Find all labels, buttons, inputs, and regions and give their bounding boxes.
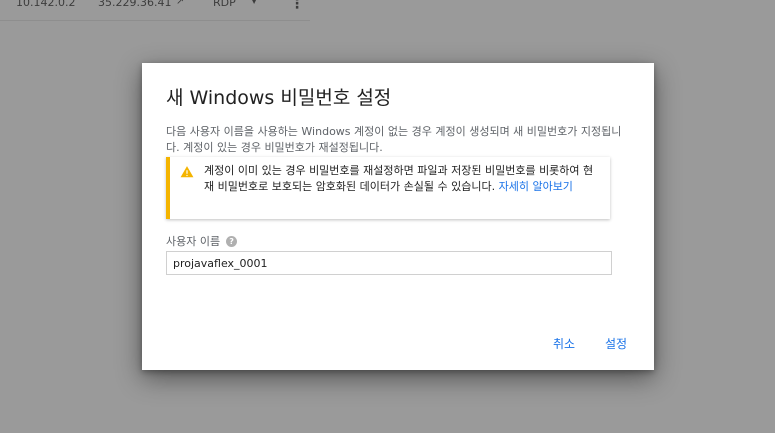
username-label-row: 사용자 이름 ?: [166, 233, 238, 249]
username-input[interactable]: [166, 251, 612, 275]
rdp-button[interactable]: RDP: [213, 0, 236, 9]
dropdown-arrow-icon[interactable]: ▼: [251, 0, 257, 5]
set-password-dialog: 새 Windows 비밀번호 설정 다음 사용자 이름을 사용하는 Window…: [142, 63, 654, 370]
warning-box: 계정이 이미 있는 경우 비밀번호를 재설정하면 파일과 저장된 비밀번호를 비…: [166, 157, 610, 219]
username-label: 사용자 이름: [166, 235, 221, 248]
external-link-icon[interactable]: ↗: [176, 0, 184, 7]
more-vert-icon[interactable]: ⋮: [290, 0, 304, 12]
cancel-button[interactable]: 취소: [553, 335, 575, 352]
external-ip-link[interactable]: 35.229.36.41: [98, 0, 171, 9]
warning-icon: [180, 166, 194, 178]
divider: [0, 20, 310, 21]
instance-row: 10.142.0.2 35.229.36.41 ↗ RDP ▼ ⋮: [0, 0, 310, 20]
learn-more-link[interactable]: 자세히 알아보기: [499, 180, 573, 193]
warning-text-block: 계정이 이미 있는 경우 비밀번호를 재설정하면 파일과 저장된 비밀번호를 비…: [204, 163, 602, 195]
internal-ip: 10.142.0.2: [16, 0, 76, 9]
help-icon[interactable]: ?: [226, 235, 238, 247]
dialog-title: 새 Windows 비밀번호 설정: [166, 87, 392, 109]
set-button[interactable]: 설정: [605, 335, 627, 352]
dialog-description: 다음 사용자 이름을 사용하는 Windows 계정이 없는 경우 계정이 생성…: [166, 125, 622, 154]
